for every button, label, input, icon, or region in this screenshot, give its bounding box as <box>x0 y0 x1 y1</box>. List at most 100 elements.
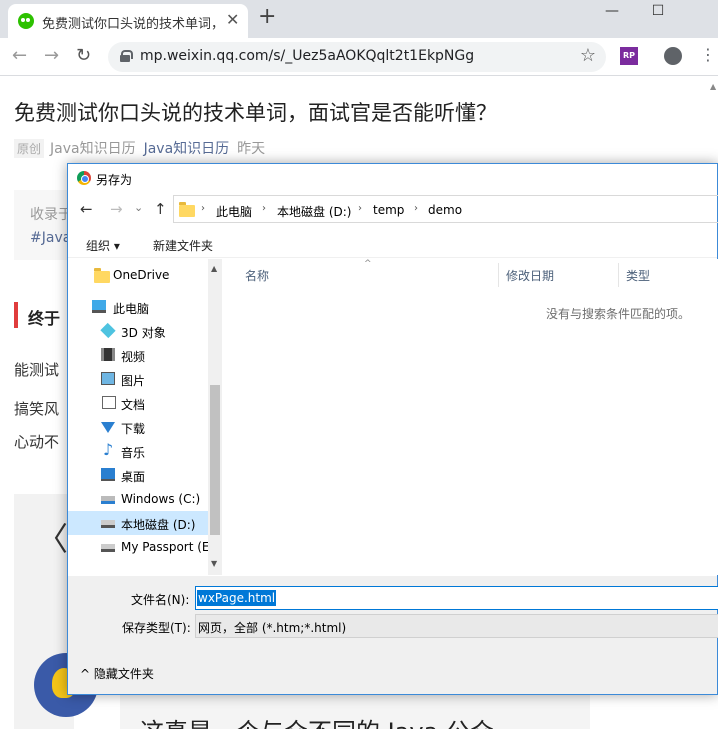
lock-icon <box>120 50 133 62</box>
nav-item-label: 此电脑 <box>113 302 150 316</box>
filename-label: 文件名(N): <box>131 593 190 607</box>
url-text: mp.weixin.qq.com/s/_Uez5aAOKQqlt2t1EkpNG… <box>140 48 475 64</box>
original-badge: 原创 <box>14 139 45 158</box>
empty-results-message: 没有与搜索条件匹配的项。 <box>546 307 691 321</box>
wechat-icon <box>18 13 34 29</box>
save-as-dialog: 另存为 ← → ⌄ ↑ › 此电脑 › 本地磁盘 (D:) › temp › d… <box>67 163 718 695</box>
windows-drive-icon <box>101 496 115 504</box>
scroll-down-icon[interactable]: ▼ <box>211 559 217 568</box>
column-header-name[interactable]: 名称 <box>245 267 269 284</box>
column-header-type[interactable]: 类型 <box>626 267 650 284</box>
breadcrumb-drive-d[interactable]: 本地磁盘 (D:) <box>277 203 351 220</box>
new-tab-button[interactable]: + <box>258 6 276 28</box>
carousel-prev-icon[interactable]: 〈 <box>36 514 68 560</box>
nav-item-pictures[interactable]: 图片 <box>68 367 208 391</box>
maximize-window-button[interactable]: ☐ <box>638 0 678 22</box>
nav-item-label: My Passport (E <box>121 540 208 554</box>
nav-item-my-passport[interactable]: My Passport (E <box>68 535 208 559</box>
bookmark-star-icon[interactable]: ☆ <box>580 45 596 66</box>
section-accent-bar <box>14 302 18 328</box>
up-folder-button[interactable]: ↑ <box>154 202 167 217</box>
address-bar[interactable]: mp.weixin.qq.com/s/_Uez5aAOKQqlt2t1EkpNG… <box>108 42 606 72</box>
browser-tab[interactable]: 免费测试你口头说的技术单词，面试官是否能听懂？ ✕ <box>8 4 248 38</box>
dialog-path-bar[interactable]: › 此电脑 › 本地磁盘 (D:) › temp › demo <box>173 195 718 223</box>
sort-indicator-icon: ^ <box>364 259 372 269</box>
nav-item-onedrive[interactable]: OneDrive <box>68 263 208 287</box>
computer-icon <box>92 300 106 313</box>
nav-item-label: 桌面 <box>121 470 146 484</box>
promo-text: 这真是一个与众不同的 Java 公众 <box>140 712 494 729</box>
paragraph-line: 搞笑风 <box>14 400 60 418</box>
breadcrumb-temp[interactable]: temp <box>373 203 404 217</box>
new-folder-button[interactable]: 新建文件夹 <box>153 237 213 254</box>
pictures-icon <box>101 372 115 385</box>
music-icon: ♪ <box>103 440 114 459</box>
nav-item-label: 下载 <box>121 422 146 436</box>
collection-tag-link[interactable]: #Java <box>30 230 71 246</box>
nav-item-label: 视频 <box>121 350 146 364</box>
nav-pane-scroll-thumb[interactable] <box>210 385 220 535</box>
chrome-icon <box>77 171 91 185</box>
minimize-window-button[interactable]: — <box>592 0 632 22</box>
paragraph-line: 心动不 <box>14 433 60 451</box>
dialog-titlebar[interactable]: 另存为 <box>68 164 717 192</box>
hide-folders-button[interactable]: ^ 隐藏文件夹 <box>80 665 154 682</box>
nav-item-local-disk-d[interactable]: 本地磁盘 (D:) <box>68 511 208 535</box>
folder-icon <box>94 268 110 283</box>
nav-item-label: 本地磁盘 (D:) <box>121 518 196 532</box>
nav-item-label: 音乐 <box>121 446 146 460</box>
breadcrumb-this-pc[interactable]: 此电脑 <box>216 203 252 220</box>
rp-extension-icon[interactable]: RP <box>620 47 638 65</box>
download-icon <box>101 422 115 433</box>
document-icon <box>102 396 116 409</box>
column-header-modified[interactable]: 修改日期 <box>506 267 554 284</box>
breadcrumb-demo[interactable]: demo <box>428 203 462 217</box>
dialog-forward-button[interactable]: → <box>110 202 123 217</box>
filetype-select[interactable]: 网页，全部 (*.htm;*.html) <box>195 614 718 638</box>
organize-button[interactable]: 组织 ▾ <box>86 237 120 254</box>
3d-objects-icon <box>100 322 116 339</box>
publish-date: 昨天 <box>237 141 266 157</box>
account-name: Java知识日历 <box>50 141 136 157</box>
nav-item-music[interactable]: ♪ 音乐 <box>68 439 208 463</box>
column-divider[interactable] <box>618 263 619 287</box>
reload-button[interactable]: ↻ <box>76 46 91 66</box>
filename-value: wxPage.html <box>197 590 277 606</box>
account-link[interactable]: Java知识日历 <box>144 141 230 157</box>
nav-item-desktop[interactable]: 桌面 <box>68 463 208 487</box>
dialog-back-button[interactable]: ← <box>80 202 93 217</box>
video-icon <box>101 348 115 361</box>
nav-item-3d-objects[interactable]: 3D 对象 <box>68 319 208 343</box>
article-title: 免费测试你口头说的技术单词，面试官是否能听懂？ <box>14 101 497 125</box>
navigation-pane: OneDrive 此电脑 3D 对象 视频 图片 文档 下载 ♪ 音乐 桌面 W… <box>68 259 222 575</box>
nav-item-label: 文档 <box>121 398 146 412</box>
dialog-command-bar: 组织 ▾ 新建文件夹 <box>68 230 717 258</box>
scroll-up-icon[interactable]: ▲ <box>211 264 217 273</box>
nav-item-downloads[interactable]: 下载 <box>68 415 208 439</box>
page-scroll-up-icon[interactable]: ▲ <box>710 82 716 91</box>
nav-item-windows-c[interactable]: Windows (C:) <box>68 487 208 511</box>
close-tab-icon[interactable]: ✕ <box>226 10 239 29</box>
filename-input[interactable]: wxPage.html <box>195 586 718 610</box>
recent-locations-dropdown-icon[interactable]: ⌄ <box>134 200 143 215</box>
nav-item-label: 图片 <box>121 374 146 388</box>
profile-avatar-icon[interactable] <box>664 47 682 65</box>
nav-item-label: Windows (C:) <box>121 492 201 506</box>
back-button[interactable]: ← <box>12 46 27 66</box>
breadcrumb-separator: › <box>201 203 205 214</box>
browser-toolbar: ← → ↻ mp.weixin.qq.com/s/_Uez5aAOKQqlt2t… <box>0 38 718 76</box>
filetype-label: 保存类型(T): <box>122 621 191 635</box>
drive-icon <box>101 544 115 552</box>
nav-item-documents[interactable]: 文档 <box>68 391 208 415</box>
tab-title: 免费测试你口头说的技术单词，面试官是否能听懂？ <box>42 17 220 32</box>
nav-item-this-pc[interactable]: 此电脑 <box>68 295 208 319</box>
dialog-bottom-pane: 文件名(N): wxPage.html 保存类型(T): 网页，全部 (*.ht… <box>68 576 718 694</box>
forward-button[interactable]: → <box>44 46 59 66</box>
breadcrumb-separator: › <box>262 203 266 214</box>
browser-menu-icon[interactable]: ⋮ <box>700 45 716 65</box>
column-divider[interactable] <box>498 263 499 287</box>
dialog-address-row: ← → ⌄ ↑ › 此电脑 › 本地磁盘 (D:) › temp › demo <box>68 194 718 226</box>
dialog-title: 另存为 <box>96 173 133 187</box>
tab-strip: 免费测试你口头说的技术单词，面试官是否能听懂？ ✕ + — ☐ <box>0 0 718 38</box>
nav-item-videos[interactable]: 视频 <box>68 343 208 367</box>
